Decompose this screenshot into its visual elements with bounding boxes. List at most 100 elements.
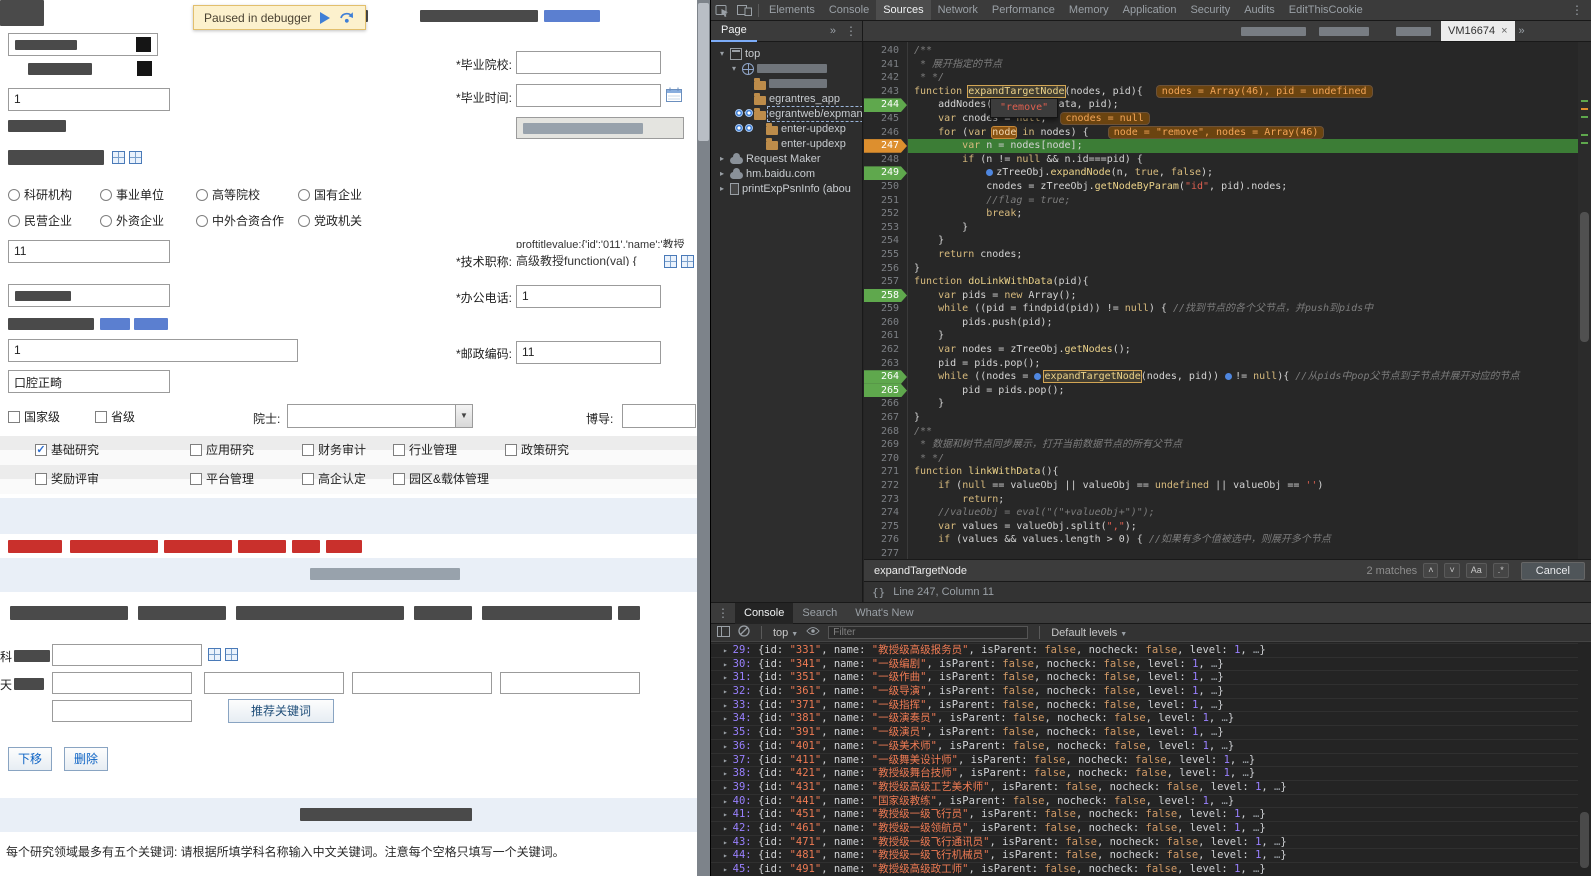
code-line-262[interactable]: var nodes = zTreeObj.getNodes(); — [908, 343, 1578, 357]
grad-time-input[interactable] — [516, 84, 661, 107]
radio-option[interactable]: 高等院校 — [196, 186, 260, 203]
code-line-255[interactable]: return cnodes; — [908, 248, 1578, 262]
checkbox-item[interactable]: 应用研究 — [190, 441, 254, 458]
tab-network[interactable]: Network — [931, 0, 985, 20]
tree-item-top[interactable]: ▾top — [711, 46, 862, 61]
tab-editthiscookie[interactable]: EditThisCookie — [1282, 0, 1370, 20]
checkbox-icon[interactable] — [505, 444, 517, 456]
keyword-input[interactable] — [52, 700, 192, 722]
redacted-editor-tab[interactable] — [1319, 27, 1369, 36]
checkbox-icon[interactable] — [393, 473, 405, 485]
checkbox-item[interactable]: 奖励评审 — [35, 470, 99, 487]
code-line-277[interactable] — [908, 547, 1578, 559]
tree-item-enter-updexp[interactable]: enter-updexp — [711, 136, 862, 151]
line-number-247[interactable]: 247 — [864, 139, 907, 153]
line-number-266[interactable]: 266 — [864, 397, 907, 411]
console-entry[interactable]: ▸ 31: {id: "351", name: "一级作曲", isParent… — [711, 670, 1591, 684]
checkbox-icon[interactable] — [190, 444, 202, 456]
delete-button[interactable]: 删除 — [64, 747, 108, 771]
line-number-276[interactable]: 276 — [864, 533, 907, 547]
console-entry[interactable]: ▸ 38: {id: "421", name: "教授级舞台技师", isPar… — [711, 766, 1591, 780]
checkbox-item[interactable]: 国家级 — [8, 408, 60, 425]
drawer-tab-search[interactable]: Search — [793, 603, 846, 624]
page-scrollbar-thumb[interactable] — [698, 3, 709, 141]
checkbox-item[interactable]: 园区&载体管理 — [393, 470, 489, 487]
step-over-icon[interactable] — [339, 10, 355, 26]
console-entry[interactable]: ▸ 40: {id: "441", name: "国家级教练", isParen… — [711, 794, 1591, 808]
code-line-267[interactable]: } — [908, 411, 1578, 425]
line-number-253[interactable]: 253 — [864, 221, 907, 235]
checkbox-icon[interactable] — [302, 444, 314, 456]
line-number-264[interactable]: 264 — [864, 370, 907, 384]
search-cancel-button[interactable]: Cancel — [1521, 562, 1585, 580]
line-number-254[interactable]: 254 — [864, 234, 907, 248]
console-sidebar-icon[interactable] — [717, 626, 730, 640]
keyword-input[interactable] — [204, 672, 344, 694]
checkbox-icon[interactable] — [302, 473, 314, 485]
editor-scrollbar[interactable] — [1578, 42, 1591, 559]
line-number-240[interactable]: 240 — [864, 44, 907, 58]
line-number-245[interactable]: 245 — [864, 112, 907, 126]
code-line-242[interactable]: * */ — [908, 71, 1578, 85]
code-line-261[interactable]: } — [908, 329, 1578, 343]
console-entry[interactable]: ▸ 30: {id: "341", name: "一级编剧", isParent… — [711, 657, 1591, 671]
checkbox-item[interactable]: 基础研究 — [35, 441, 99, 458]
code-line-269[interactable]: * 数据和树节点同步展示，打开当前数据节点的所有父节点 — [908, 438, 1578, 452]
editor-scrollbar-thumb[interactable] — [1580, 212, 1589, 342]
select-dropdown-icon[interactable]: ▼ — [455, 405, 472, 427]
line-number-273[interactable]: 273 — [864, 493, 907, 507]
console-entry[interactable]: ▸ 29: {id: "331", name: "教授级高级报务员", isPa… — [711, 643, 1591, 657]
checkbox-icon[interactable] — [35, 444, 47, 456]
close-tab-icon[interactable]: × — [1501, 25, 1507, 37]
checkbox-icon[interactable] — [95, 411, 107, 423]
tree-expander-icon[interactable]: ▾ — [729, 64, 739, 73]
line-number-272[interactable]: 272 — [864, 479, 907, 493]
line-number-265[interactable]: 265 — [864, 384, 907, 398]
code-line-252[interactable]: break; — [908, 207, 1578, 221]
keyword-input[interactable] — [352, 672, 492, 694]
radio-icon[interactable] — [196, 215, 208, 227]
line-number-250[interactable]: 250 — [864, 180, 907, 194]
radio-icon[interactable] — [298, 215, 310, 227]
form-input[interactable] — [8, 284, 170, 307]
inline-breakpoint-icon[interactable] — [986, 169, 993, 176]
line-number-259[interactable]: 259 — [864, 302, 907, 316]
academician-select[interactable]: ▼ — [287, 404, 473, 428]
match-case-button[interactable]: Aa — [1466, 563, 1487, 578]
console-entry[interactable]: ▸ 45: {id: "491", name: "教授级高级政工师", isPa… — [711, 862, 1591, 876]
tree-select-icon[interactable] — [112, 151, 125, 164]
tree-item-egrantres-app[interactable]: egrantres_app — [711, 91, 862, 106]
tree-select-icon[interactable] — [664, 255, 677, 268]
keyword-input[interactable] — [500, 672, 640, 694]
code-line-253[interactable]: } — [908, 221, 1578, 235]
inspect-element-icon[interactable] — [711, 0, 733, 20]
console-entry[interactable]: ▸ 36: {id: "401", name: "一级美术师", isParen… — [711, 739, 1591, 753]
code-line-264[interactable]: while ((nodes = expandTargetNode(nodes, … — [908, 370, 1578, 384]
checkbox-icon[interactable] — [8, 411, 20, 423]
device-toolbar-icon[interactable] — [733, 0, 755, 20]
radio-option[interactable]: 外资企业 — [100, 212, 164, 229]
search-next-icon[interactable]: ˅ — [1444, 563, 1459, 578]
tab-performance[interactable]: Performance — [985, 0, 1062, 20]
code-line-251[interactable]: //flag = true; — [908, 194, 1578, 208]
specialty-input[interactable]: 口腔正畸 — [8, 370, 170, 393]
code-line-270[interactable]: * */ — [908, 452, 1578, 466]
console-entry[interactable]: ▸ 42: {id: "461", name: "教授级一级领航员", isPa… — [711, 821, 1591, 835]
radio-icon[interactable] — [298, 189, 310, 201]
line-number-260[interactable]: 260 — [864, 316, 907, 330]
line-number-263[interactable]: 263 — [864, 357, 907, 371]
redacted-link[interactable] — [134, 318, 168, 330]
redacted-link[interactable] — [544, 10, 600, 22]
redacted-editor-tab[interactable] — [1241, 27, 1306, 36]
tree-select-icon[interactable] — [129, 151, 142, 164]
drawer-tab-console[interactable]: Console — [735, 603, 793, 624]
line-number-269[interactable]: 269 — [864, 438, 907, 452]
drawer-menu-icon[interactable]: ⋮ — [711, 606, 735, 620]
tree-expander-icon[interactable]: ▸ — [717, 154, 727, 163]
tree-item-redacted[interactable]: ▾ — [711, 61, 862, 76]
console-entry[interactable]: ▸ 37: {id: "411", name: "一级舞美设计师", isPar… — [711, 753, 1591, 767]
address-input[interactable]: 1 — [8, 339, 298, 362]
grad-school-input[interactable] — [516, 51, 661, 74]
line-number-268[interactable]: 268 — [864, 425, 907, 439]
code-line-246[interactable]: for (var node in nodes) { node = "remove… — [908, 126, 1578, 140]
